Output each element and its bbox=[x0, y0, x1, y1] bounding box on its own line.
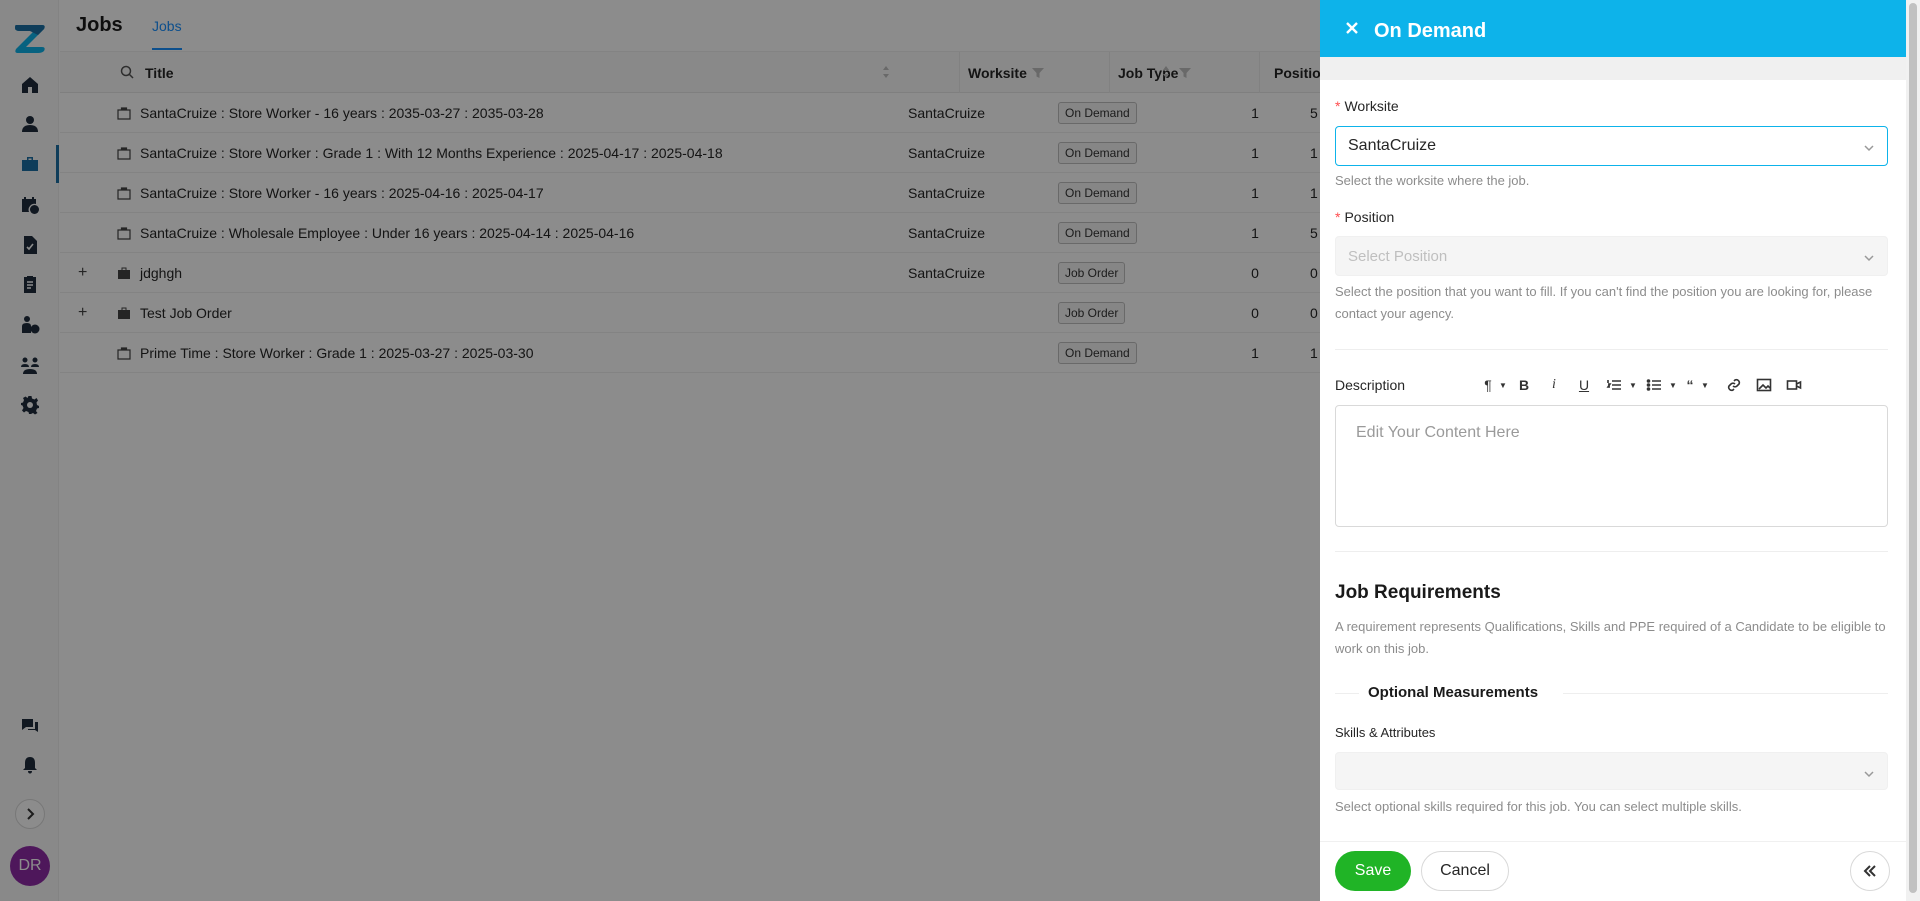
description-editor[interactable]: Edit Your Content Here bbox=[1335, 405, 1888, 527]
scrollbar-thumb[interactable] bbox=[1909, 3, 1917, 893]
modal-overlay[interactable] bbox=[0, 0, 1320, 901]
position-select[interactable]: Select Position bbox=[1335, 236, 1888, 276]
position-placeholder: Select Position bbox=[1348, 247, 1448, 265]
bold-icon[interactable]: B bbox=[1509, 376, 1539, 394]
cancel-button[interactable]: Cancel bbox=[1421, 851, 1509, 891]
optional-measurements-title: Optional Measurements bbox=[1368, 684, 1539, 701]
chevron-down-icon bbox=[1863, 767, 1875, 779]
drawer-footer: Save Cancel bbox=[1320, 841, 1906, 901]
caret-down-icon[interactable]: ▼ bbox=[1701, 381, 1711, 390]
close-icon bbox=[1346, 22, 1358, 34]
worksite-label: * Worksite bbox=[1335, 98, 1399, 114]
caret-down-icon[interactable]: ▼ bbox=[1629, 381, 1639, 390]
close-button[interactable] bbox=[1344, 20, 1360, 36]
chevron-down-icon bbox=[1863, 141, 1875, 153]
caret-down-icon[interactable]: ▼ bbox=[1499, 381, 1509, 390]
bullet-list-icon[interactable] bbox=[1639, 376, 1669, 394]
divider bbox=[1335, 551, 1888, 552]
image-icon[interactable] bbox=[1749, 376, 1779, 394]
divider bbox=[1335, 693, 1359, 694]
save-button[interactable]: Save bbox=[1335, 851, 1411, 891]
collapse-button[interactable] bbox=[1850, 851, 1890, 891]
underline-icon[interactable]: U bbox=[1569, 376, 1599, 394]
ordered-list-icon[interactable] bbox=[1599, 376, 1629, 394]
editor-toolbar: ¶ ▼ B i U ▼ ▼ “▼ bbox=[1477, 376, 1809, 394]
quote-icon[interactable]: “ bbox=[1679, 376, 1701, 394]
chevron-down-icon bbox=[1863, 251, 1875, 263]
skills-help: Select optional skills required for this… bbox=[1335, 799, 1742, 814]
worksite-help: Select the worksite where the job. bbox=[1335, 173, 1530, 188]
divider bbox=[1563, 693, 1888, 694]
on-demand-drawer: On Demand * Worksite SantaCruize Select t… bbox=[1320, 0, 1920, 901]
skills-label: Skills & Attributes bbox=[1335, 725, 1436, 740]
divider bbox=[1335, 349, 1888, 350]
skills-select[interactable] bbox=[1335, 752, 1888, 790]
position-help: Select the position that you want to fil… bbox=[1335, 284, 1873, 321]
drawer-title: On Demand bbox=[1374, 20, 1487, 42]
video-icon[interactable] bbox=[1779, 376, 1809, 394]
caret-down-icon[interactable]: ▼ bbox=[1669, 381, 1679, 390]
worksite-value: SantaCruize bbox=[1348, 137, 1437, 154]
description-label: Description bbox=[1335, 377, 1406, 393]
italic-icon[interactable]: i bbox=[1539, 376, 1569, 394]
drawer-header: On Demand bbox=[1320, 0, 1906, 57]
worksite-select[interactable]: SantaCruize bbox=[1335, 126, 1888, 166]
position-label: * Position bbox=[1335, 209, 1395, 225]
link-icon[interactable] bbox=[1719, 376, 1749, 394]
drawer-subheader bbox=[1320, 57, 1906, 80]
job-requirements-help: A requirement represents Qualifications,… bbox=[1335, 619, 1886, 656]
paragraph-icon[interactable]: ¶ bbox=[1477, 376, 1499, 394]
chevrons-left-icon bbox=[1863, 865, 1876, 877]
job-requirements-title: Job Requirements bbox=[1335, 582, 1501, 603]
